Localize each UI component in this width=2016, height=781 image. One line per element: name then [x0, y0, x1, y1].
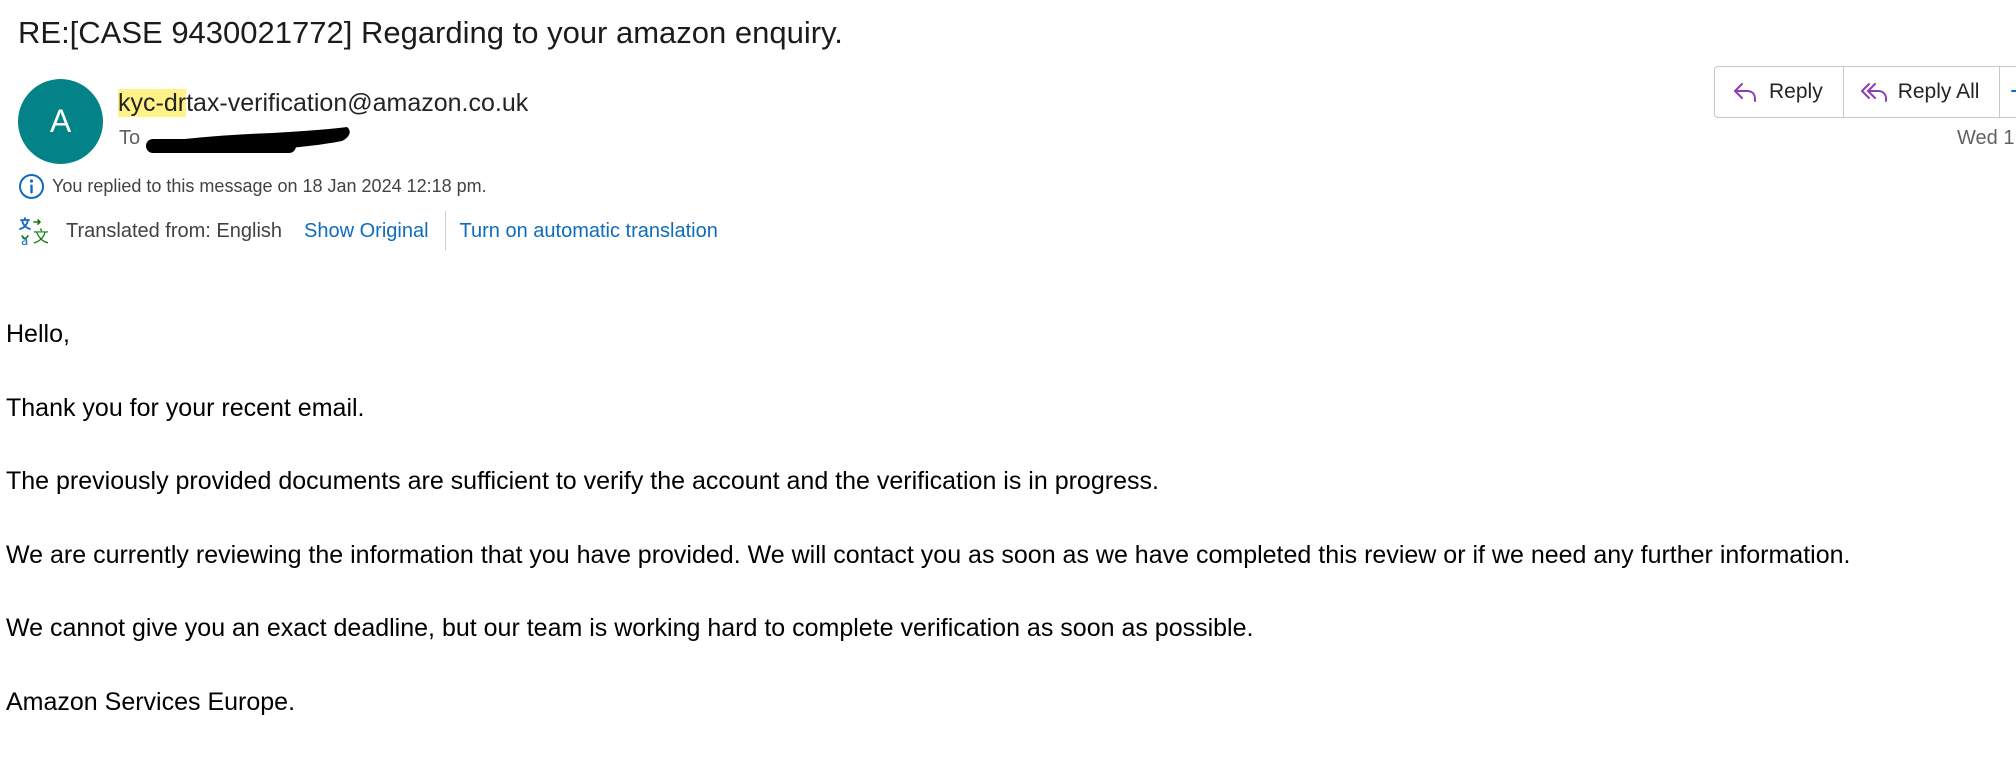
- message-actions: Reply Reply All: [1714, 66, 2016, 118]
- translation-divider: [444, 211, 446, 251]
- body-paragraph: Hello,: [6, 320, 70, 348]
- body-paragraph: We are currently reviewing the informati…: [6, 540, 1851, 569]
- sender-highlight: kyc-dr: [118, 89, 187, 117]
- svg-text:a: a: [21, 234, 28, 246]
- forward-button[interactable]: [1999, 67, 2016, 117]
- reply-all-button[interactable]: Reply All: [1842, 67, 2000, 117]
- translation-bar: a 文 Translated from: English Show Origin…: [18, 210, 718, 252]
- email-body: Hello, Thank you for your recent email. …: [6, 316, 1850, 757]
- forward-icon: [2011, 90, 2016, 92]
- translate-icon: a 文: [19, 217, 48, 246]
- reply-label: Reply: [1769, 80, 1823, 103]
- svg-text:文: 文: [33, 227, 48, 246]
- sender-address-rest: tax-verification@amazon.co.uk: [186, 89, 529, 117]
- to-label: To: [119, 127, 141, 149]
- sender-address[interactable]: kyc-drtax-verification@amazon.co.uk: [118, 89, 528, 118]
- sender-avatar[interactable]: A: [18, 79, 103, 164]
- reply-icon: [1734, 83, 1756, 102]
- reply-button[interactable]: Reply: [1715, 67, 1843, 117]
- redaction-mark: [146, 127, 350, 153]
- email-reading-pane: RE:[CASE 9430021772] Regarding to your a…: [0, 0, 2016, 781]
- recipient-line[interactable]: To: [119, 127, 140, 150]
- body-paragraph: Amazon Services Europe.: [6, 687, 296, 716]
- reply-info-bar: You replied to this message on 18 Jan 20…: [18, 172, 487, 200]
- message-date: Wed 1: [1957, 127, 2015, 149]
- reply-info-text: You replied to this message on 18 Jan 20…: [52, 175, 487, 196]
- translated-from-label: Translated from: English: [66, 219, 283, 242]
- body-paragraph: The previously provided documents are su…: [6, 467, 1159, 495]
- reply-all-label: Reply All: [1897, 80, 1980, 103]
- reply-all-icon: [1860, 83, 1887, 102]
- body-paragraph: We cannot give you an exact deadline, bu…: [6, 614, 1254, 642]
- email-subject: RE:[CASE 9430021772] Regarding to your a…: [18, 15, 843, 50]
- show-original-link[interactable]: Show Original: [304, 220, 429, 243]
- body-paragraph: Thank you for your recent email.: [6, 393, 365, 422]
- auto-translate-link[interactable]: Turn on automatic translation: [460, 220, 718, 243]
- info-icon: [19, 173, 44, 199]
